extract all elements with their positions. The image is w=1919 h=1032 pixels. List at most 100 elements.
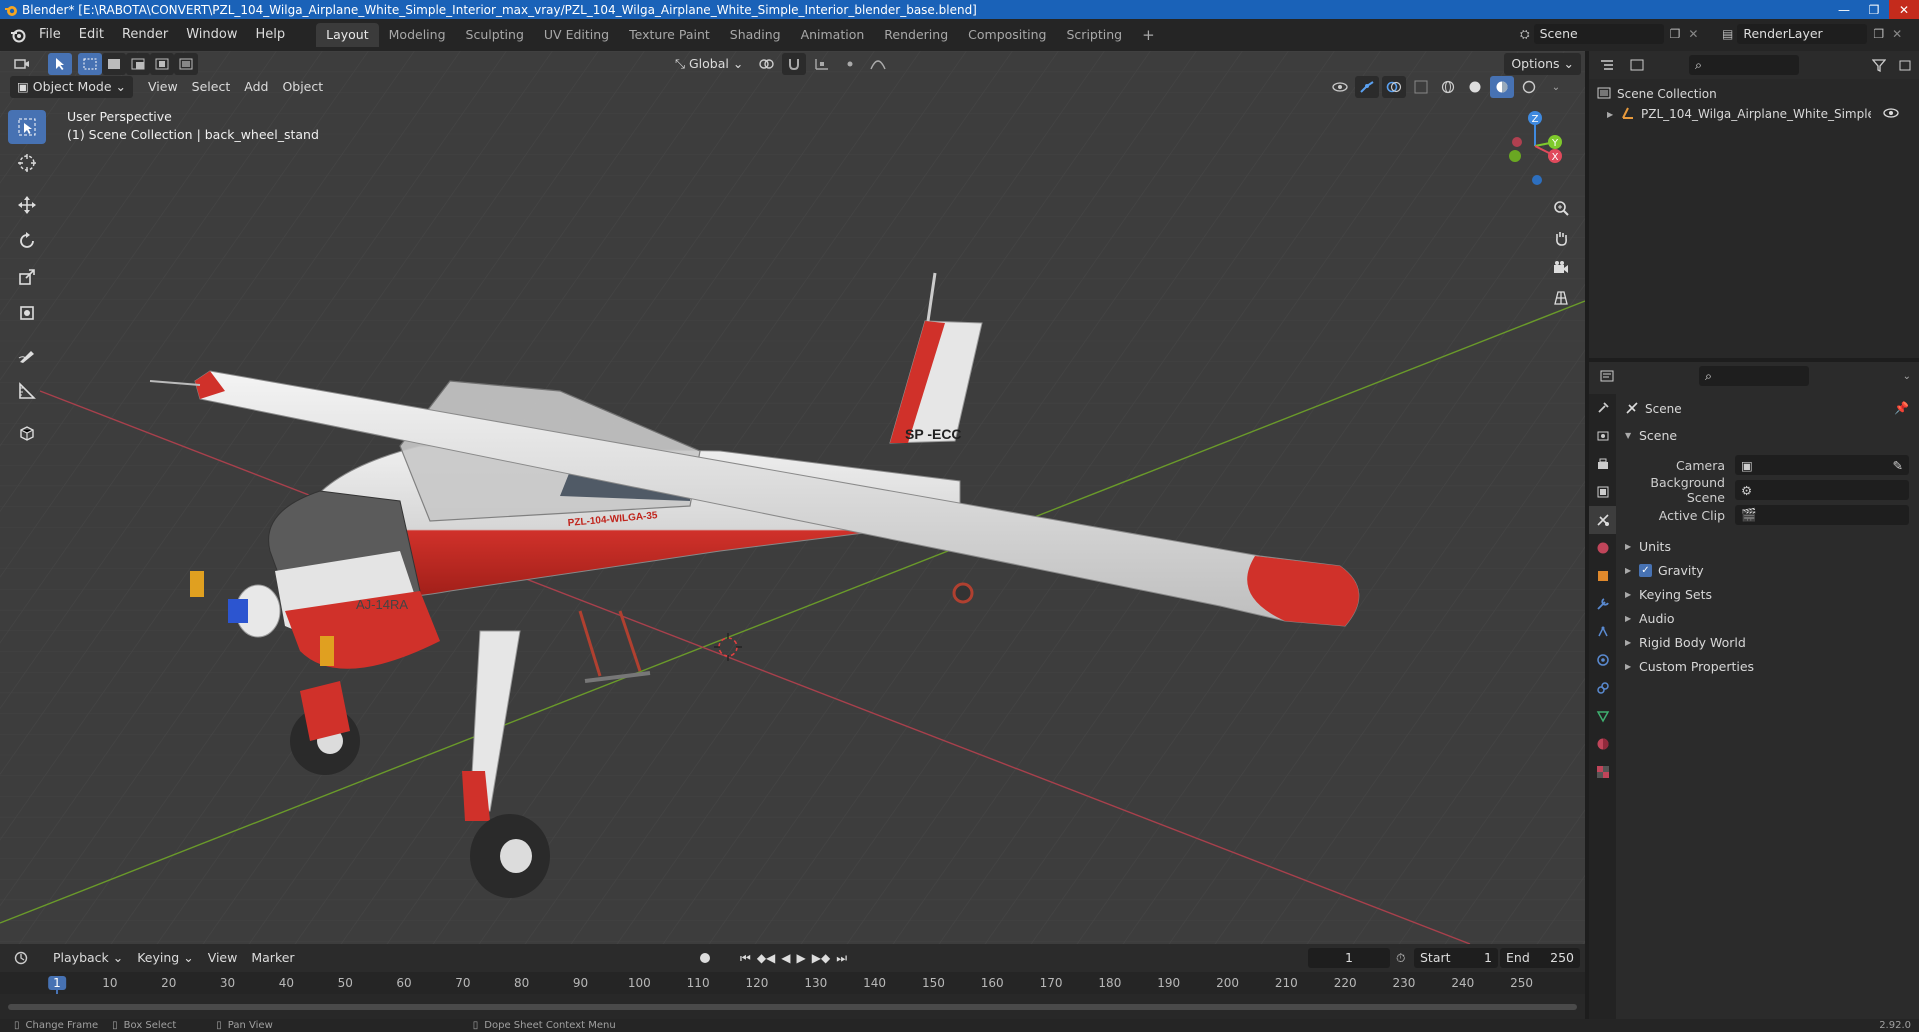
start-frame-field[interactable]: Start 1 xyxy=(1414,948,1498,968)
select-mode-intersect-icon[interactable] xyxy=(174,53,198,75)
perspective-toggle-icon[interactable] xyxy=(1548,283,1574,313)
play-icon[interactable]: ▶ xyxy=(797,951,806,965)
select-tool-icon[interactable] xyxy=(48,53,72,75)
texture-tab-icon[interactable] xyxy=(1589,758,1616,786)
data-tab-icon[interactable] xyxy=(1589,702,1616,730)
outliner-editor-type-icon[interactable] xyxy=(1595,54,1619,76)
keying-menu[interactable]: Keying ⌄ xyxy=(130,947,200,969)
select-mode-invert-icon[interactable] xyxy=(150,53,174,75)
view-layer-tab-icon[interactable] xyxy=(1589,478,1616,506)
visibility-icon[interactable] xyxy=(1328,76,1352,98)
rigid-body-world-panel-header[interactable]: ▶ Rigid Body World xyxy=(1625,631,1746,653)
cursor-tool[interactable] xyxy=(8,146,46,180)
properties-editor-type-icon[interactable] xyxy=(1595,365,1619,387)
expand-arrow-icon[interactable]: ▶ xyxy=(1607,110,1621,119)
jump-next-keyframe-icon[interactable]: ▶◆ xyxy=(812,951,830,965)
add-workspace-icon[interactable]: + xyxy=(1132,23,1165,47)
select-box-tool[interactable] xyxy=(8,110,46,144)
tool-tab-icon[interactable] xyxy=(1589,394,1616,422)
material-preview-shading-icon[interactable] xyxy=(1490,76,1514,98)
outliner-row-scene-collection[interactable]: Scene Collection xyxy=(1597,84,1717,104)
eye-visibility-icon[interactable] xyxy=(1883,107,1899,122)
outliner-search-input[interactable]: ⌕ xyxy=(1689,55,1799,75)
overlays-toggle-icon[interactable] xyxy=(1382,76,1406,98)
audio-panel-header[interactable]: ▶ Audio xyxy=(1625,607,1675,629)
world-tab-icon[interactable] xyxy=(1589,534,1616,562)
timeline-view-menu[interactable]: View xyxy=(201,947,245,969)
properties-options-icon[interactable]: ⌄ xyxy=(1903,371,1911,382)
select-mode-extend-icon[interactable] xyxy=(102,53,126,75)
timeline-frame-ruler[interactable]: 1 10 20 30 40 50 60 70 80 90 100 110 120 130 140 150 160… xyxy=(0,972,1585,1020)
select-mode-new-icon[interactable] xyxy=(78,53,102,75)
pivot-point-icon[interactable] xyxy=(754,53,778,75)
tab-layout[interactable]: Layout xyxy=(316,23,379,47)
background-scene-field[interactable]: ⚙ xyxy=(1735,480,1909,500)
camera-view-icon[interactable] xyxy=(1548,253,1574,283)
display-mode-icon[interactable] xyxy=(1625,54,1649,76)
options-dropdown[interactable]: Options ⌄ xyxy=(1504,53,1581,75)
outliner-row-object[interactable]: ▶ PZL_104_Wilga_Airplane_White_Simple_In… xyxy=(1597,104,1913,124)
add-cube-tool[interactable] xyxy=(8,416,46,450)
annotate-tool[interactable] xyxy=(8,338,46,372)
jump-end-icon[interactable]: ⏭ xyxy=(836,951,847,966)
scene-panel-header[interactable]: ▼ Scene xyxy=(1625,424,1677,446)
play-reverse-icon[interactable]: ◀ xyxy=(781,951,790,965)
marker-menu[interactable]: Marker xyxy=(244,947,301,969)
xray-toggle-icon[interactable] xyxy=(1409,76,1433,98)
scene-tab-icon[interactable] xyxy=(1589,506,1616,534)
move-tool[interactable] xyxy=(8,188,46,222)
menu-select[interactable]: Select xyxy=(185,76,238,98)
end-frame-field[interactable]: End 250 xyxy=(1500,948,1580,968)
snap-target-icon[interactable] xyxy=(810,53,834,75)
jump-prev-keyframe-icon[interactable]: ◆◀ xyxy=(757,951,775,965)
active-clip-field[interactable]: 🎬 xyxy=(1735,505,1909,525)
jump-start-icon[interactable]: ⏮ xyxy=(740,951,751,966)
menu-window[interactable]: Window xyxy=(177,23,246,47)
remove-view-layer-icon[interactable]: ✕ xyxy=(1892,27,1902,41)
menu-edit[interactable]: Edit xyxy=(70,23,113,47)
tab-sculpting[interactable]: Sculpting xyxy=(456,23,534,47)
measure-tool[interactable] xyxy=(8,374,46,408)
rendered-shading-icon[interactable] xyxy=(1517,76,1541,98)
3d-viewport[interactable]: SP -ECC PZL-104-WILGA-35 AJ-14RA xyxy=(0,51,1585,944)
restore-icon[interactable]: ❐ xyxy=(1859,0,1889,19)
output-tab-icon[interactable] xyxy=(1589,450,1616,478)
scale-tool[interactable] xyxy=(8,260,46,294)
modifier-tab-icon[interactable] xyxy=(1589,590,1616,618)
eyedropper-icon[interactable]: ✎ xyxy=(1893,458,1903,473)
new-collection-icon[interactable] xyxy=(1893,54,1917,76)
new-view-layer-icon[interactable]: ❐ xyxy=(1873,27,1884,41)
tab-scripting[interactable]: Scripting xyxy=(1057,23,1133,47)
menu-help[interactable]: Help xyxy=(247,23,295,47)
scene-name-field[interactable]: Scene xyxy=(1533,24,1664,44)
tab-rendering[interactable]: Rendering xyxy=(874,23,958,47)
physics-tab-icon[interactable] xyxy=(1589,646,1616,674)
menu-view[interactable]: View xyxy=(141,76,185,98)
record-keyframe-icon[interactable] xyxy=(700,953,710,963)
preview-range-icon[interactable]: ⏱ xyxy=(1396,951,1405,966)
scene-selector[interactable]: ⛭ Scene ❐ ✕ xyxy=(1520,23,1720,45)
tab-shading[interactable]: Shading xyxy=(720,23,791,47)
timeline-scrollbar[interactable] xyxy=(8,1004,1577,1010)
tab-animation[interactable]: Animation xyxy=(791,23,875,47)
transform-orientation-dropdown[interactable]: ⤡ Global ⌄ xyxy=(668,53,750,75)
current-frame-field[interactable]: 1 xyxy=(1308,948,1390,968)
menu-object[interactable]: Object xyxy=(275,76,330,98)
new-scene-icon[interactable]: ❐ xyxy=(1670,27,1681,41)
navigation-gizmo[interactable]: Z Y X xyxy=(1495,108,1565,188)
menu-add[interactable]: Add xyxy=(237,76,275,98)
properties-search-input[interactable]: ⌕ xyxy=(1699,366,1809,386)
render-tab-icon[interactable] xyxy=(1589,422,1616,450)
editor-type-icon[interactable] xyxy=(10,53,34,75)
snap-icon[interactable] xyxy=(782,53,807,75)
menu-file[interactable]: File xyxy=(30,23,70,47)
tab-uv-editing[interactable]: UV Editing xyxy=(534,23,619,47)
remove-scene-icon[interactable]: ✕ xyxy=(1688,27,1698,41)
zoom-icon[interactable] xyxy=(1548,193,1574,223)
gravity-checkbox[interactable]: ✓ xyxy=(1639,563,1652,577)
view-layer-selector[interactable]: ▤ RenderLayer ❐ ✕ xyxy=(1722,23,1918,45)
gravity-panel-header[interactable]: ▶ ✓ Gravity xyxy=(1625,559,1704,581)
view-layer-name-field[interactable]: RenderLayer xyxy=(1737,24,1868,44)
units-panel-header[interactable]: ▶ Units xyxy=(1625,535,1671,557)
object-tab-icon[interactable] xyxy=(1589,562,1616,590)
